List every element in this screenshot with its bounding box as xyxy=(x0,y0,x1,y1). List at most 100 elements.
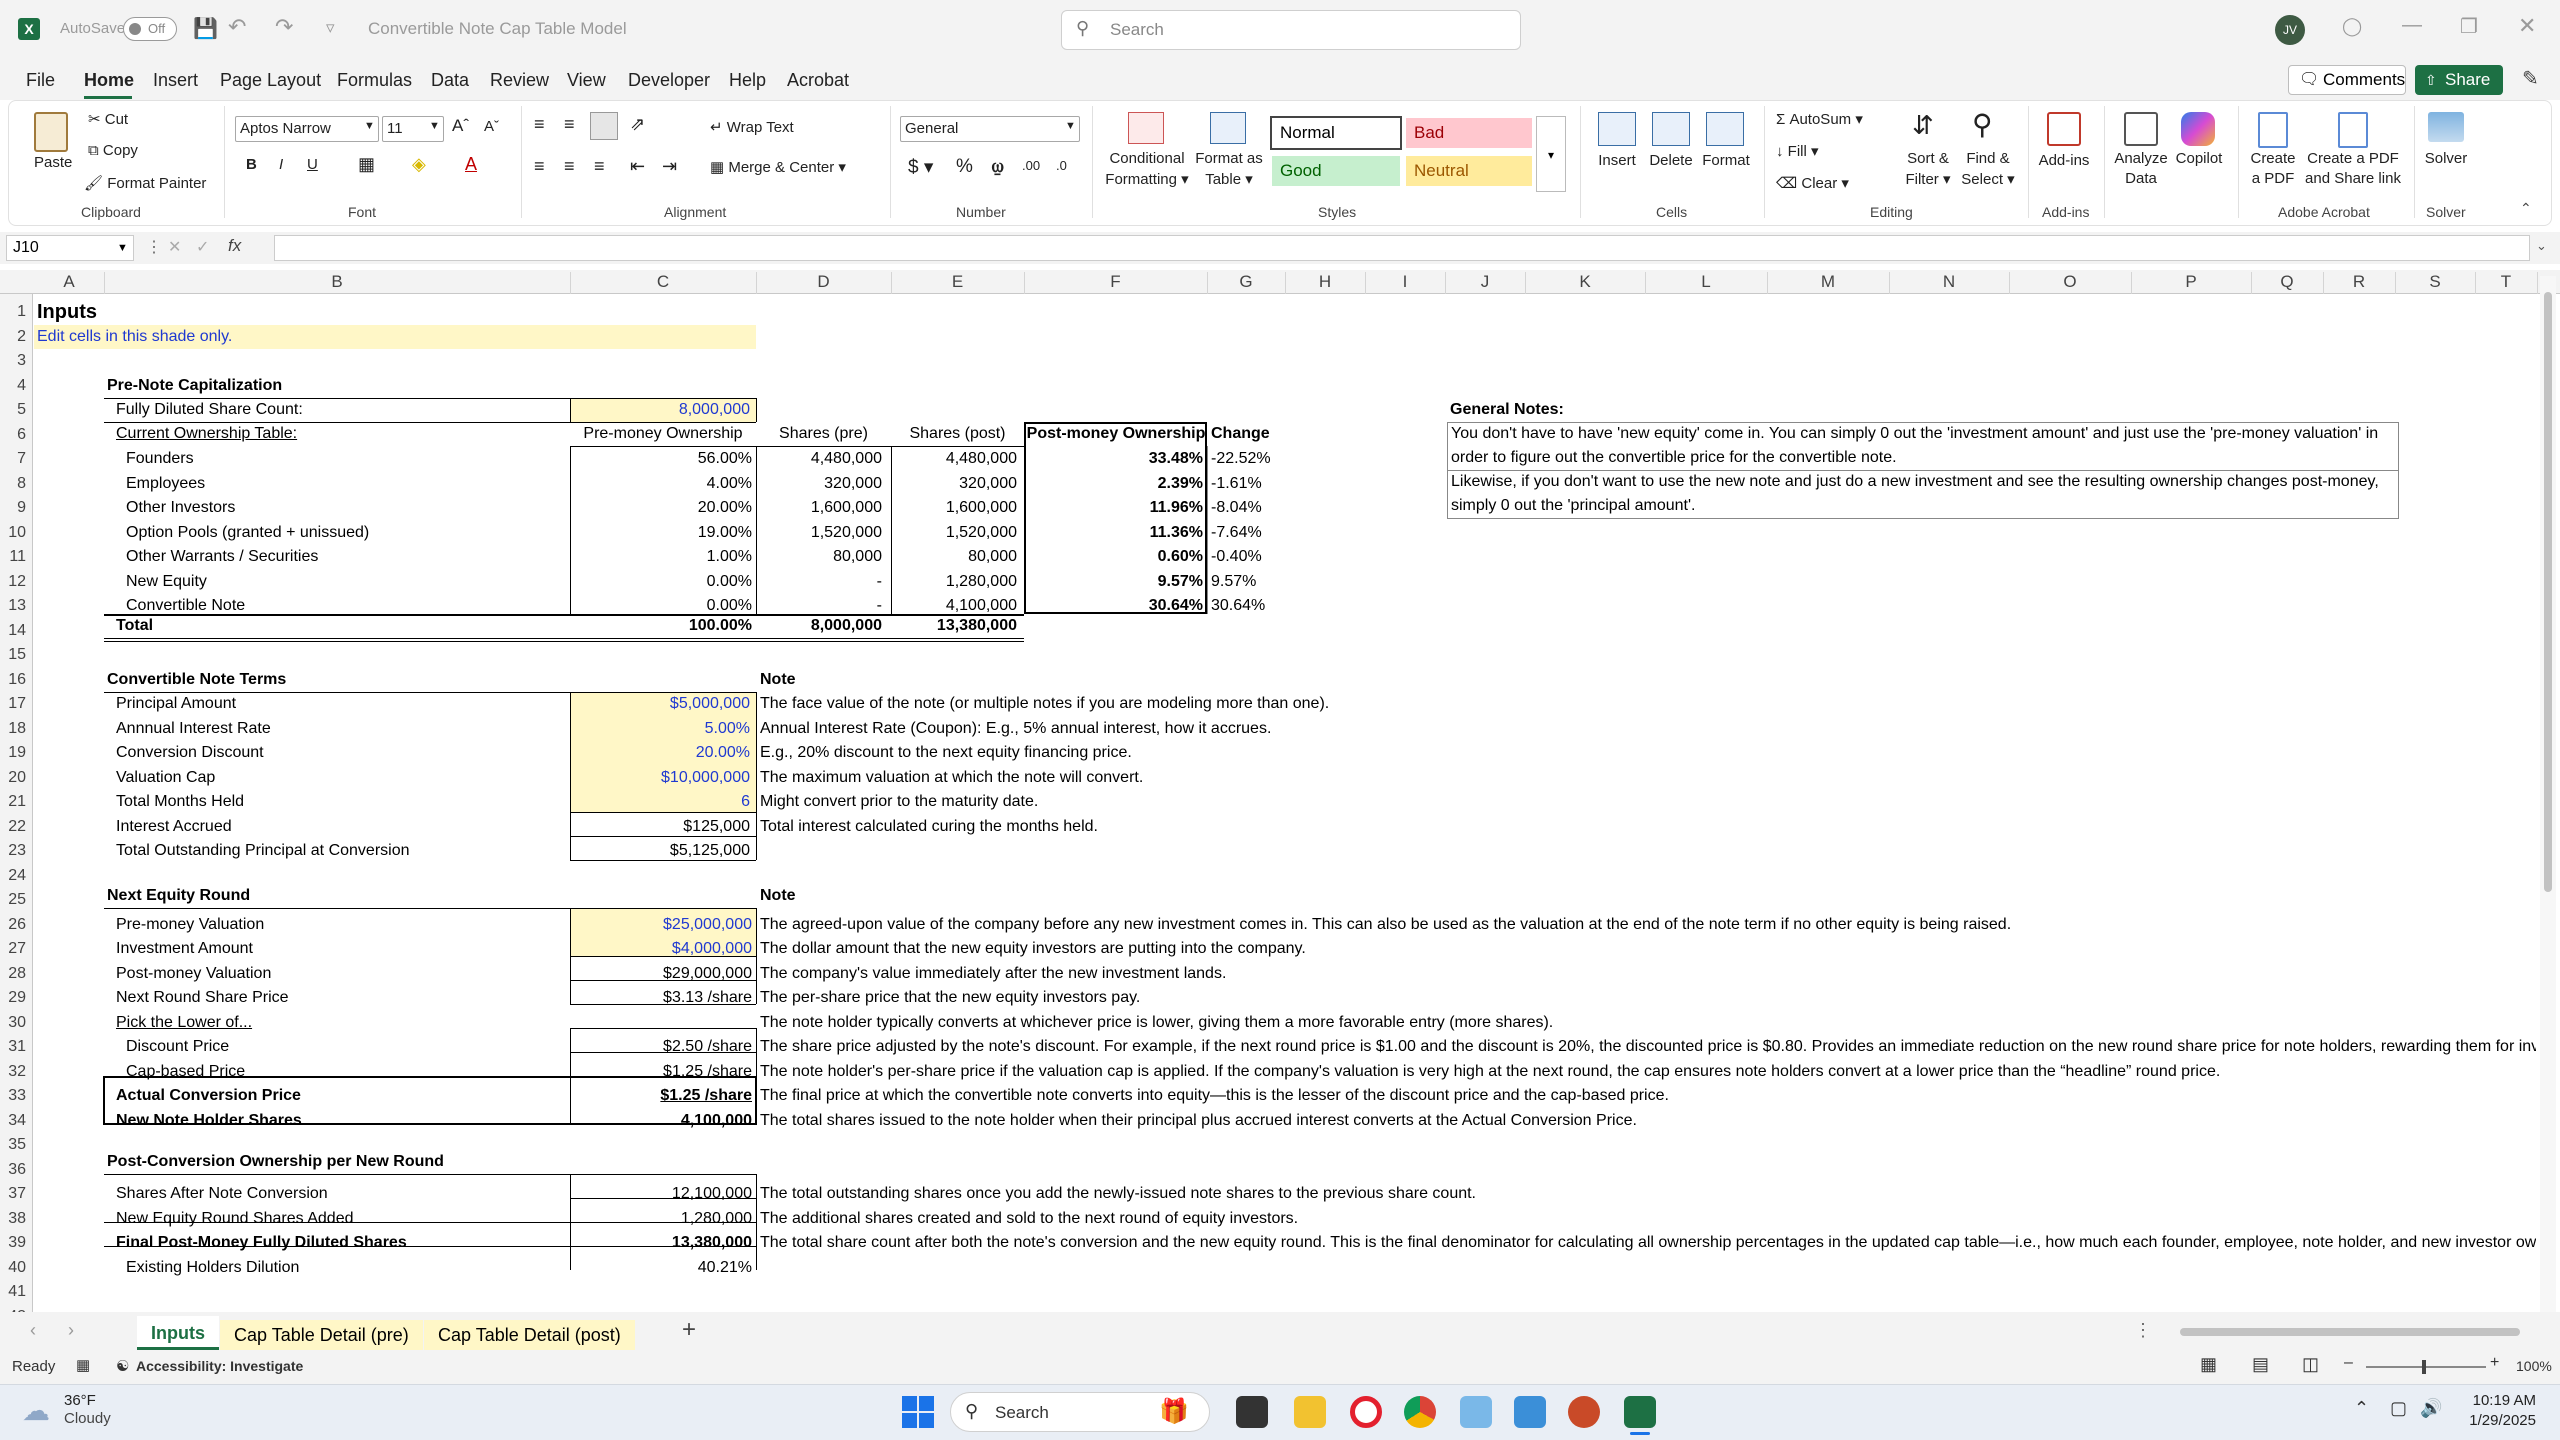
column-header[interactable]: S xyxy=(2395,272,2475,294)
font-color-icon[interactable]: A xyxy=(465,154,477,175)
owner-shares-pre[interactable]: 80,000 xyxy=(756,545,882,569)
owner-shares-post[interactable]: 80,000 xyxy=(891,545,1017,569)
zoom-out-icon[interactable]: – xyxy=(2344,1354,2353,1372)
row-header[interactable]: 4 xyxy=(0,374,26,398)
style-good[interactable]: Good xyxy=(1272,156,1400,186)
owner-shares-post[interactable]: 1,520,000 xyxy=(891,521,1017,545)
macro-record-icon[interactable]: ▦ xyxy=(76,1356,90,1374)
vertical-scroll-thumb[interactable] xyxy=(2544,292,2552,892)
column-header[interactable]: E xyxy=(891,272,1024,294)
owner-post[interactable]: 0.60% xyxy=(1024,545,1203,569)
owner-name[interactable]: Employees xyxy=(126,472,205,496)
column-header[interactable]: Q xyxy=(2251,272,2323,294)
tab-cap-table-post[interactable]: Cap Table Detail (post) xyxy=(424,1320,635,1350)
row-header[interactable]: 10 xyxy=(0,521,26,545)
column-header[interactable]: J xyxy=(1445,272,1525,294)
fd-label[interactable]: Fully Diluted Share Count: xyxy=(116,398,303,422)
accessibility-status[interactable]: Accessibility: Investigate xyxy=(136,1358,303,1374)
column-header[interactable]: K xyxy=(1525,272,1645,294)
network-icon[interactable]: ▢ xyxy=(2390,1398,2407,1419)
row-header[interactable]: 21 xyxy=(0,790,26,814)
owner-change[interactable]: -8.04% xyxy=(1211,496,1262,520)
total-pre[interactable]: 100.00% xyxy=(570,614,752,638)
term-value[interactable]: 5.00% xyxy=(570,717,750,741)
menu-help[interactable]: Help xyxy=(729,70,766,91)
menu-developer[interactable]: Developer xyxy=(628,70,710,91)
create-share-pdf-button[interactable]: Create a PDF xyxy=(2300,150,2406,167)
menu-formulas[interactable]: Formulas xyxy=(337,70,412,91)
row-header[interactable]: 41 xyxy=(0,1280,26,1304)
format-table-icon[interactable] xyxy=(1210,112,1246,144)
owner-change[interactable]: 30.64% xyxy=(1211,594,1265,618)
owner-name[interactable]: New Equity xyxy=(126,570,207,594)
row-header[interactable]: 7 xyxy=(0,447,26,471)
font-name-dropdown[interactable]: Aptos Narrow ▼ xyxy=(235,116,379,142)
tab-inputs[interactable]: Inputs xyxy=(137,1316,219,1350)
normal-view-icon[interactable]: ▦ xyxy=(2200,1354,2217,1375)
row-header[interactable]: 38 xyxy=(0,1207,26,1231)
maximize-icon[interactable]: ❐ xyxy=(2460,14,2478,39)
column-header[interactable]: R xyxy=(2323,272,2395,294)
equity-label[interactable]: Pick the Lower of... xyxy=(116,1011,252,1035)
equity-label[interactable]: Post-money Valuation xyxy=(116,962,271,986)
equity-note[interactable]: The note holder typically converts at wh… xyxy=(760,1011,1553,1035)
owner-pre[interactable]: 1.00% xyxy=(570,545,752,569)
row-header[interactable]: 26 xyxy=(0,913,26,937)
owner-name[interactable]: Founders xyxy=(126,447,194,471)
owner-shares-post[interactable]: 4,480,000 xyxy=(891,447,1017,471)
row-header[interactable]: 12 xyxy=(0,570,26,594)
owner-shares-pre[interactable]: 1,520,000 xyxy=(756,521,882,545)
weather-desc[interactable]: Cloudy xyxy=(64,1410,111,1427)
conditional-formatting-button-2[interactable]: Formatting ▾ xyxy=(1102,170,1192,188)
equity-value[interactable]: $2.50 /share xyxy=(570,1035,752,1059)
row-header[interactable]: 13 xyxy=(0,594,26,618)
row-header[interactable]: 34 xyxy=(0,1109,26,1133)
term-value[interactable]: $10,000,000 xyxy=(570,766,750,790)
clock-date[interactable]: 1/29/2025 xyxy=(2440,1412,2536,1429)
row-header[interactable]: 27 xyxy=(0,937,26,961)
column-header[interactable]: B xyxy=(104,272,570,294)
find-icon[interactable]: ⚲ xyxy=(1972,108,1993,141)
column-header[interactable]: T xyxy=(2475,272,2537,294)
equity-note[interactable]: The per-share price that the new equity … xyxy=(760,986,1140,1010)
owner-pre[interactable]: 0.00% xyxy=(570,570,752,594)
term-label[interactable]: Interest Accrued xyxy=(116,815,232,839)
copy-button[interactable]: ⧉ Copy xyxy=(88,142,138,159)
decrease-decimal-icon[interactable]: .0 xyxy=(1056,158,1067,173)
row-header[interactable]: 31 xyxy=(0,1035,26,1059)
equity-note[interactable]: The company's value immediately after th… xyxy=(760,962,1226,986)
addins-button[interactable]: Add-ins xyxy=(2034,152,2094,169)
post-conv-label[interactable]: Existing Holders Dilution xyxy=(126,1256,299,1280)
owner-change[interactable]: 9.57% xyxy=(1211,570,1256,594)
delete-cells-icon[interactable] xyxy=(1652,112,1690,146)
equity-note[interactable]: The final price at which the convertible… xyxy=(760,1084,1669,1108)
menu-page-layout[interactable]: Page Layout xyxy=(220,70,321,91)
fd-value[interactable]: 8,000,000 xyxy=(570,398,750,422)
term-label[interactable]: Annnual Interest Rate xyxy=(116,717,271,741)
note-terms-note-header[interactable]: Note xyxy=(760,668,796,692)
owner-pre[interactable]: 4.00% xyxy=(570,472,752,496)
term-value[interactable]: $125,000 xyxy=(570,815,750,839)
name-box[interactable]: J10 ▼ xyxy=(6,235,134,261)
col-shares-post-header[interactable]: Shares (post) xyxy=(891,422,1024,446)
row-header[interactable]: 17 xyxy=(0,692,26,716)
owner-change[interactable]: -22.52% xyxy=(1211,447,1271,471)
post-conversion-header[interactable]: Post-Conversion Ownership per New Round xyxy=(107,1150,444,1174)
owner-shares-pre[interactable]: 1,600,000 xyxy=(756,496,882,520)
align-bottom-icon[interactable] xyxy=(590,112,618,140)
sort-icon[interactable]: ⇵ xyxy=(1912,110,1934,141)
row-header[interactable]: 23 xyxy=(0,839,26,863)
general-notes-line1[interactable]: You don't have to have 'new equity' come… xyxy=(1451,422,2378,446)
equity-round-note-header[interactable]: Note xyxy=(760,884,796,908)
number-format-dropdown[interactable]: General ▼ xyxy=(900,116,1080,142)
notepad-icon[interactable] xyxy=(1514,1396,1546,1428)
zoom-slider[interactable] xyxy=(2366,1366,2486,1368)
redo-icon[interactable]: ↷ xyxy=(275,14,293,40)
format-cells-button[interactable]: Format xyxy=(1698,152,1754,169)
equity-label[interactable]: Cap-based Price xyxy=(126,1060,245,1084)
total-label[interactable]: Total xyxy=(116,614,153,638)
autosave-toggle[interactable]: Off xyxy=(123,17,177,41)
equity-value[interactable]: 4,100,000 xyxy=(570,1109,752,1133)
tab-cap-table-pre[interactable]: Cap Table Detail (pre) xyxy=(220,1320,423,1350)
owner-name[interactable]: Option Pools (granted + unissued) xyxy=(126,521,369,545)
